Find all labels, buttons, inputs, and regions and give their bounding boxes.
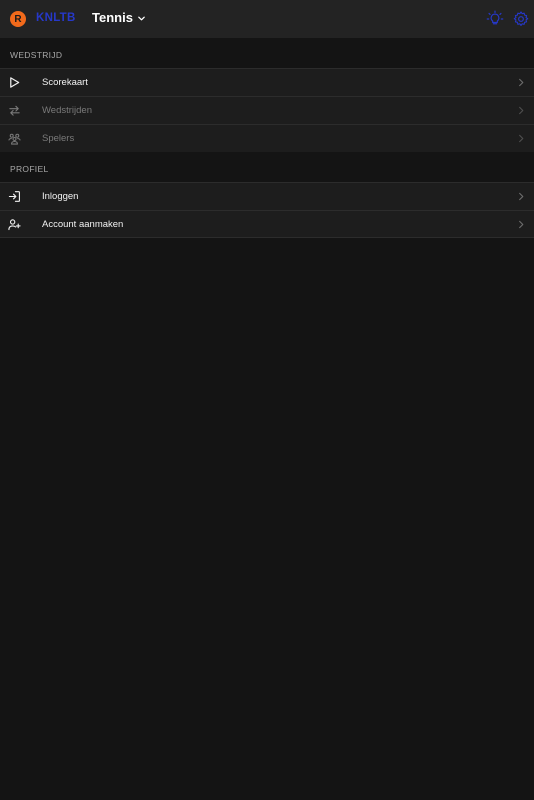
swap-arrows-icon (9, 105, 20, 116)
menu-item-account-aanmaken[interactable]: Account aanmaken (0, 210, 534, 238)
menu-item-inloggen[interactable]: Inloggen (0, 182, 534, 210)
brand-name[interactable]: KNLTB (36, 12, 76, 24)
chevron-right-icon (519, 78, 524, 87)
chevron-right-icon (519, 134, 524, 143)
menu-item-label: Wedstrijden (42, 105, 92, 116)
brand-logo-letter: R (14, 13, 22, 25)
login-icon (8, 191, 20, 202)
chevron-right-icon (519, 220, 524, 229)
chevron-right-icon (519, 192, 524, 201)
top-bar: R KNLTB Tennis (0, 0, 534, 38)
section-title-wedstrijd: WEDSTRIJD (10, 50, 63, 60)
chevron-down-icon (138, 16, 145, 21)
menu-item-scorekaart[interactable]: Scorekaart (0, 68, 534, 96)
sport-label: Tennis (92, 10, 133, 25)
sport-selector[interactable]: Tennis (92, 10, 146, 25)
menu-item-label: Inloggen (42, 191, 79, 202)
gear-icon[interactable] (512, 10, 530, 28)
lightbulb-icon[interactable] (486, 10, 504, 28)
menu-item-label: Spelers (42, 133, 75, 144)
menu-item-spelers[interactable]: Spelers (0, 124, 534, 152)
chevron-right-icon (519, 106, 524, 115)
players-icon (8, 133, 21, 145)
add-user-icon (8, 219, 21, 231)
play-icon (10, 77, 20, 88)
section-title-profiel: PROFIEL (10, 164, 49, 174)
menu-item-wedstrijden[interactable]: Wedstrijden (0, 96, 534, 124)
menu-item-label: Account aanmaken (42, 218, 124, 230)
brand-logo[interactable]: R (10, 11, 26, 27)
menu-item-label: Scorekaart (42, 77, 88, 88)
